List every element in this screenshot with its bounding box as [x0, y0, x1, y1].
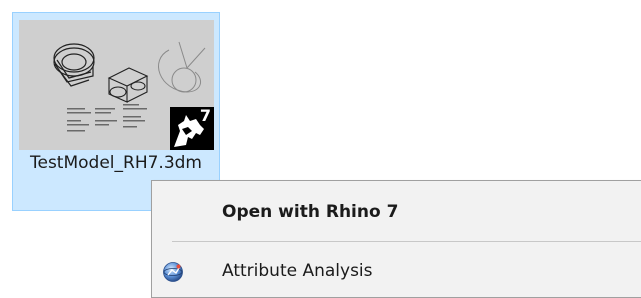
menu-item-attribute-analysis[interactable]: Attribute Analysis	[154, 247, 641, 295]
badge-version: 7	[199, 107, 211, 125]
rhino-7-badge-icon: 7	[170, 107, 214, 150]
menu-item-open-with-rhino[interactable]: Open with Rhino 7	[154, 188, 641, 236]
context-menu: Open with Rhino 7 Attribute Analysis	[151, 180, 641, 298]
desktop-area: 7 TestModel_RH7.3dm Open with Rhino 7 At…	[0, 0, 641, 298]
menu-item-label: Attribute Analysis	[222, 261, 373, 281]
menu-item-label: Open with Rhino 7	[222, 202, 399, 222]
file-name-label: TestModel_RH7.3dm	[29, 153, 202, 173]
menu-separator	[172, 241, 641, 242]
attribute-analysis-icon	[162, 261, 184, 283]
file-thumbnail: 7	[19, 20, 214, 150]
